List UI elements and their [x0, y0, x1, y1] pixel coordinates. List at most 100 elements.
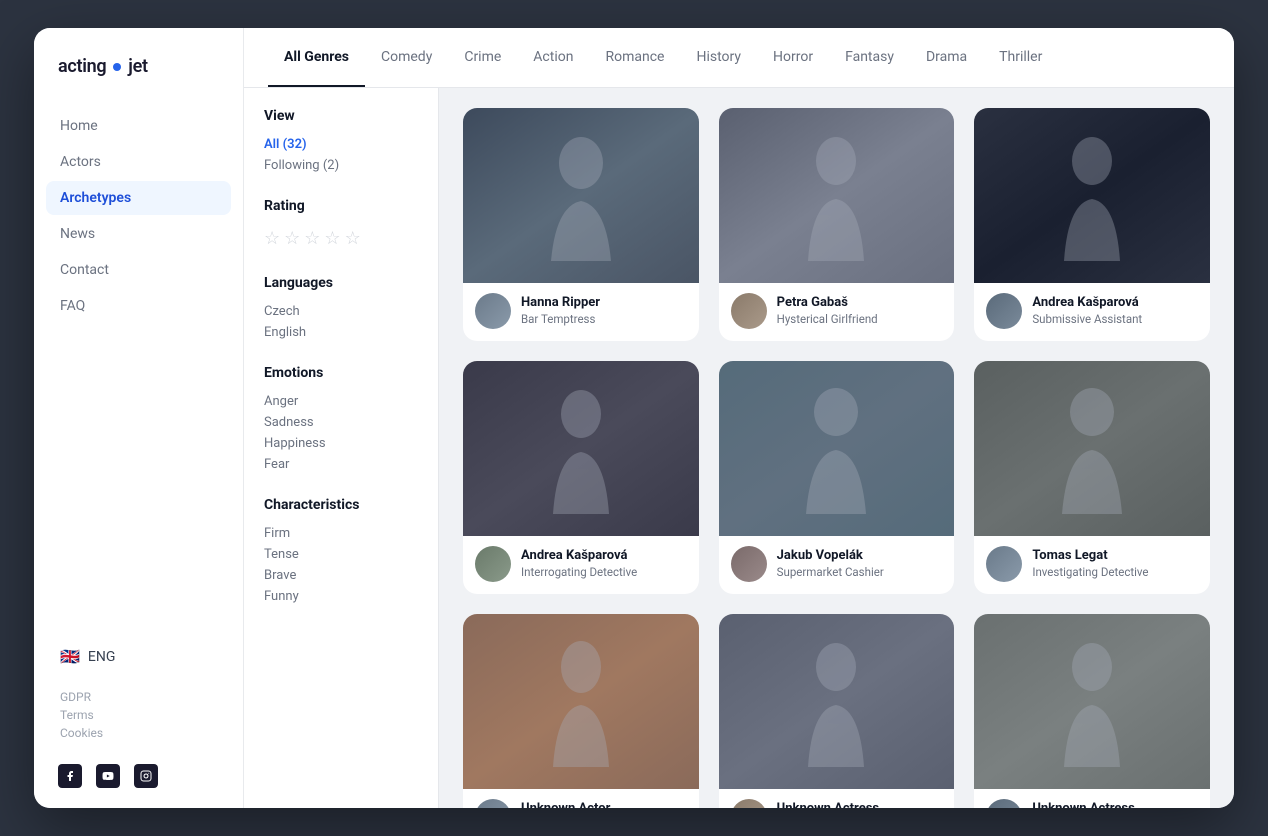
actor-details-1: Hanna Ripper Bar Temptress [521, 295, 687, 328]
cookies-link[interactable]: Cookies [60, 726, 217, 740]
actor-info-1: Hanna Ripper Bar Temptress [463, 283, 699, 341]
filter-view-title: View [264, 108, 418, 124]
flag-icon: 🇬🇧 [60, 647, 80, 666]
filter-emotion-happiness[interactable]: Happiness [264, 433, 418, 454]
actor-details-5: Jakub Vopelák Supermarket Cashier [777, 548, 943, 581]
actor-card-9[interactable]: Unknown Actress Featured Role [974, 614, 1210, 808]
star-2[interactable]: ☆ [284, 228, 300, 249]
logo-text-after: jet [128, 56, 147, 77]
actor-image-6 [974, 361, 1210, 536]
actor-details-2: Petra Gabaš Hysterical Girlfriend [777, 295, 943, 328]
actor-details-9: Unknown Actress Featured Role [1032, 801, 1198, 809]
tab-comedy[interactable]: Comedy [365, 28, 448, 87]
sidebar-item-home[interactable]: Home [46, 109, 231, 143]
sidebar-nav: Home Actors Archetypes News Contact FAQ [34, 109, 243, 631]
star-rating[interactable]: ☆ ☆ ☆ ☆ ☆ [264, 224, 418, 253]
actor-details-6: Tomas Legat Investigating Detective [1032, 548, 1198, 581]
tab-crime[interactable]: Crime [448, 28, 517, 87]
logo: acting jet [34, 56, 243, 109]
logo-dot [113, 63, 121, 71]
tab-romance[interactable]: Romance [589, 28, 680, 87]
actor-name-2: Petra Gabaš [777, 295, 943, 312]
actor-image-3 [974, 108, 1210, 283]
filter-emotion-sadness[interactable]: Sadness [264, 412, 418, 433]
actor-role-3: Submissive Assistant [1032, 311, 1198, 327]
sidebar-item-archetypes[interactable]: Archetypes [46, 181, 231, 215]
filter-rating-section: Rating ☆ ☆ ☆ ☆ ☆ [264, 198, 418, 253]
filter-emotion-fear[interactable]: Fear [264, 454, 418, 475]
footer-links: GDPR Terms Cookies [34, 682, 243, 748]
actor-name-8: Unknown Actress [777, 801, 943, 809]
filter-char-firm[interactable]: Firm [264, 523, 418, 544]
actor-name-7: Unknown Actor [521, 801, 687, 809]
gdpr-link[interactable]: GDPR [60, 690, 217, 704]
filter-lang-czech[interactable]: Czech [264, 301, 418, 322]
filter-emotions-section: Emotions Anger Sadness Happiness Fear [264, 365, 418, 475]
actor-details-8: Unknown Actress Supporting Role [777, 801, 943, 809]
tab-all-genres[interactable]: All Genres [268, 28, 365, 87]
filter-view-following[interactable]: Following (2) [264, 155, 418, 176]
actor-card-7[interactable]: Unknown Actor Dramatic Role [463, 614, 699, 808]
actor-card-3[interactable]: Andrea Kašparová Submissive Assistant [974, 108, 1210, 341]
star-4[interactable]: ☆ [324, 228, 340, 249]
actor-image-8 [719, 614, 955, 789]
filter-lang-english[interactable]: English [264, 322, 418, 343]
sidebar-item-faq[interactable]: FAQ [46, 289, 231, 323]
filter-characteristics-section: Characteristics Firm Tense Brave Funny [264, 497, 418, 607]
actor-card-1[interactable]: Hanna Ripper Bar Temptress [463, 108, 699, 341]
actor-role-1: Bar Temptress [521, 311, 687, 327]
tab-thriller[interactable]: Thriller [983, 28, 1058, 87]
tab-history[interactable]: History [680, 28, 757, 87]
actor-avatar-3 [986, 293, 1022, 329]
actor-avatar-1 [475, 293, 511, 329]
actor-role-4: Interrogating Detective [521, 564, 687, 580]
language-selector[interactable]: 🇬🇧 ENG [34, 631, 243, 682]
actor-card-8[interactable]: Unknown Actress Supporting Role [719, 614, 955, 808]
sidebar-item-contact[interactable]: Contact [46, 253, 231, 287]
filter-char-funny[interactable]: Funny [264, 586, 418, 607]
actor-card-4[interactable]: Andrea Kašparová Interrogating Detective [463, 361, 699, 594]
sidebar-item-news[interactable]: News [46, 217, 231, 251]
filter-char-tense[interactable]: Tense [264, 544, 418, 565]
actor-details-4: Andrea Kašparová Interrogating Detective [521, 548, 687, 581]
actor-name-3: Andrea Kašparová [1032, 295, 1198, 312]
sidebar: acting jet Home Actors Archetypes News C… [34, 28, 244, 808]
actor-card-6[interactable]: Tomas Legat Investigating Detective [974, 361, 1210, 594]
actor-info-2: Petra Gabaš Hysterical Girlfriend [719, 283, 955, 341]
actor-role-5: Supermarket Cashier [777, 564, 943, 580]
actor-details-7: Unknown Actor Dramatic Role [521, 801, 687, 809]
actor-image-5 [719, 361, 955, 536]
terms-link[interactable]: Terms [60, 708, 217, 722]
actor-avatar-7 [475, 799, 511, 808]
filter-languages-section: Languages Czech English [264, 275, 418, 343]
tab-horror[interactable]: Horror [757, 28, 829, 87]
actor-card-2[interactable]: Petra Gabaš Hysterical Girlfriend [719, 108, 955, 341]
instagram-icon[interactable] [134, 764, 158, 788]
actor-info-3: Andrea Kašparová Submissive Assistant [974, 283, 1210, 341]
actor-role-6: Investigating Detective [1032, 564, 1198, 580]
tab-drama[interactable]: Drama [910, 28, 983, 87]
filter-languages-title: Languages [264, 275, 418, 291]
actor-avatar-8 [731, 799, 767, 808]
star-5[interactable]: ☆ [345, 228, 361, 249]
actor-image-7 [463, 614, 699, 789]
star-3[interactable]: ☆ [304, 228, 320, 249]
actor-image-9 [974, 614, 1210, 789]
actor-card-5[interactable]: Jakub Vopelák Supermarket Cashier [719, 361, 955, 594]
actor-details-3: Andrea Kašparová Submissive Assistant [1032, 295, 1198, 328]
social-links [34, 748, 243, 788]
filter-rating-title: Rating [264, 198, 418, 214]
facebook-icon[interactable] [58, 764, 82, 788]
star-1[interactable]: ☆ [264, 228, 280, 249]
youtube-icon[interactable] [96, 764, 120, 788]
filter-emotions-title: Emotions [264, 365, 418, 381]
filter-emotion-anger[interactable]: Anger [264, 391, 418, 412]
tab-action[interactable]: Action [517, 28, 589, 87]
app-container: acting jet Home Actors Archetypes News C… [34, 28, 1234, 808]
filter-view-all[interactable]: All (32) [264, 134, 418, 155]
sidebar-item-actors[interactable]: Actors [46, 145, 231, 179]
actor-avatar-6 [986, 546, 1022, 582]
filter-char-brave[interactable]: Brave [264, 565, 418, 586]
tab-fantasy[interactable]: Fantasy [829, 28, 910, 87]
actor-image-1 [463, 108, 699, 283]
